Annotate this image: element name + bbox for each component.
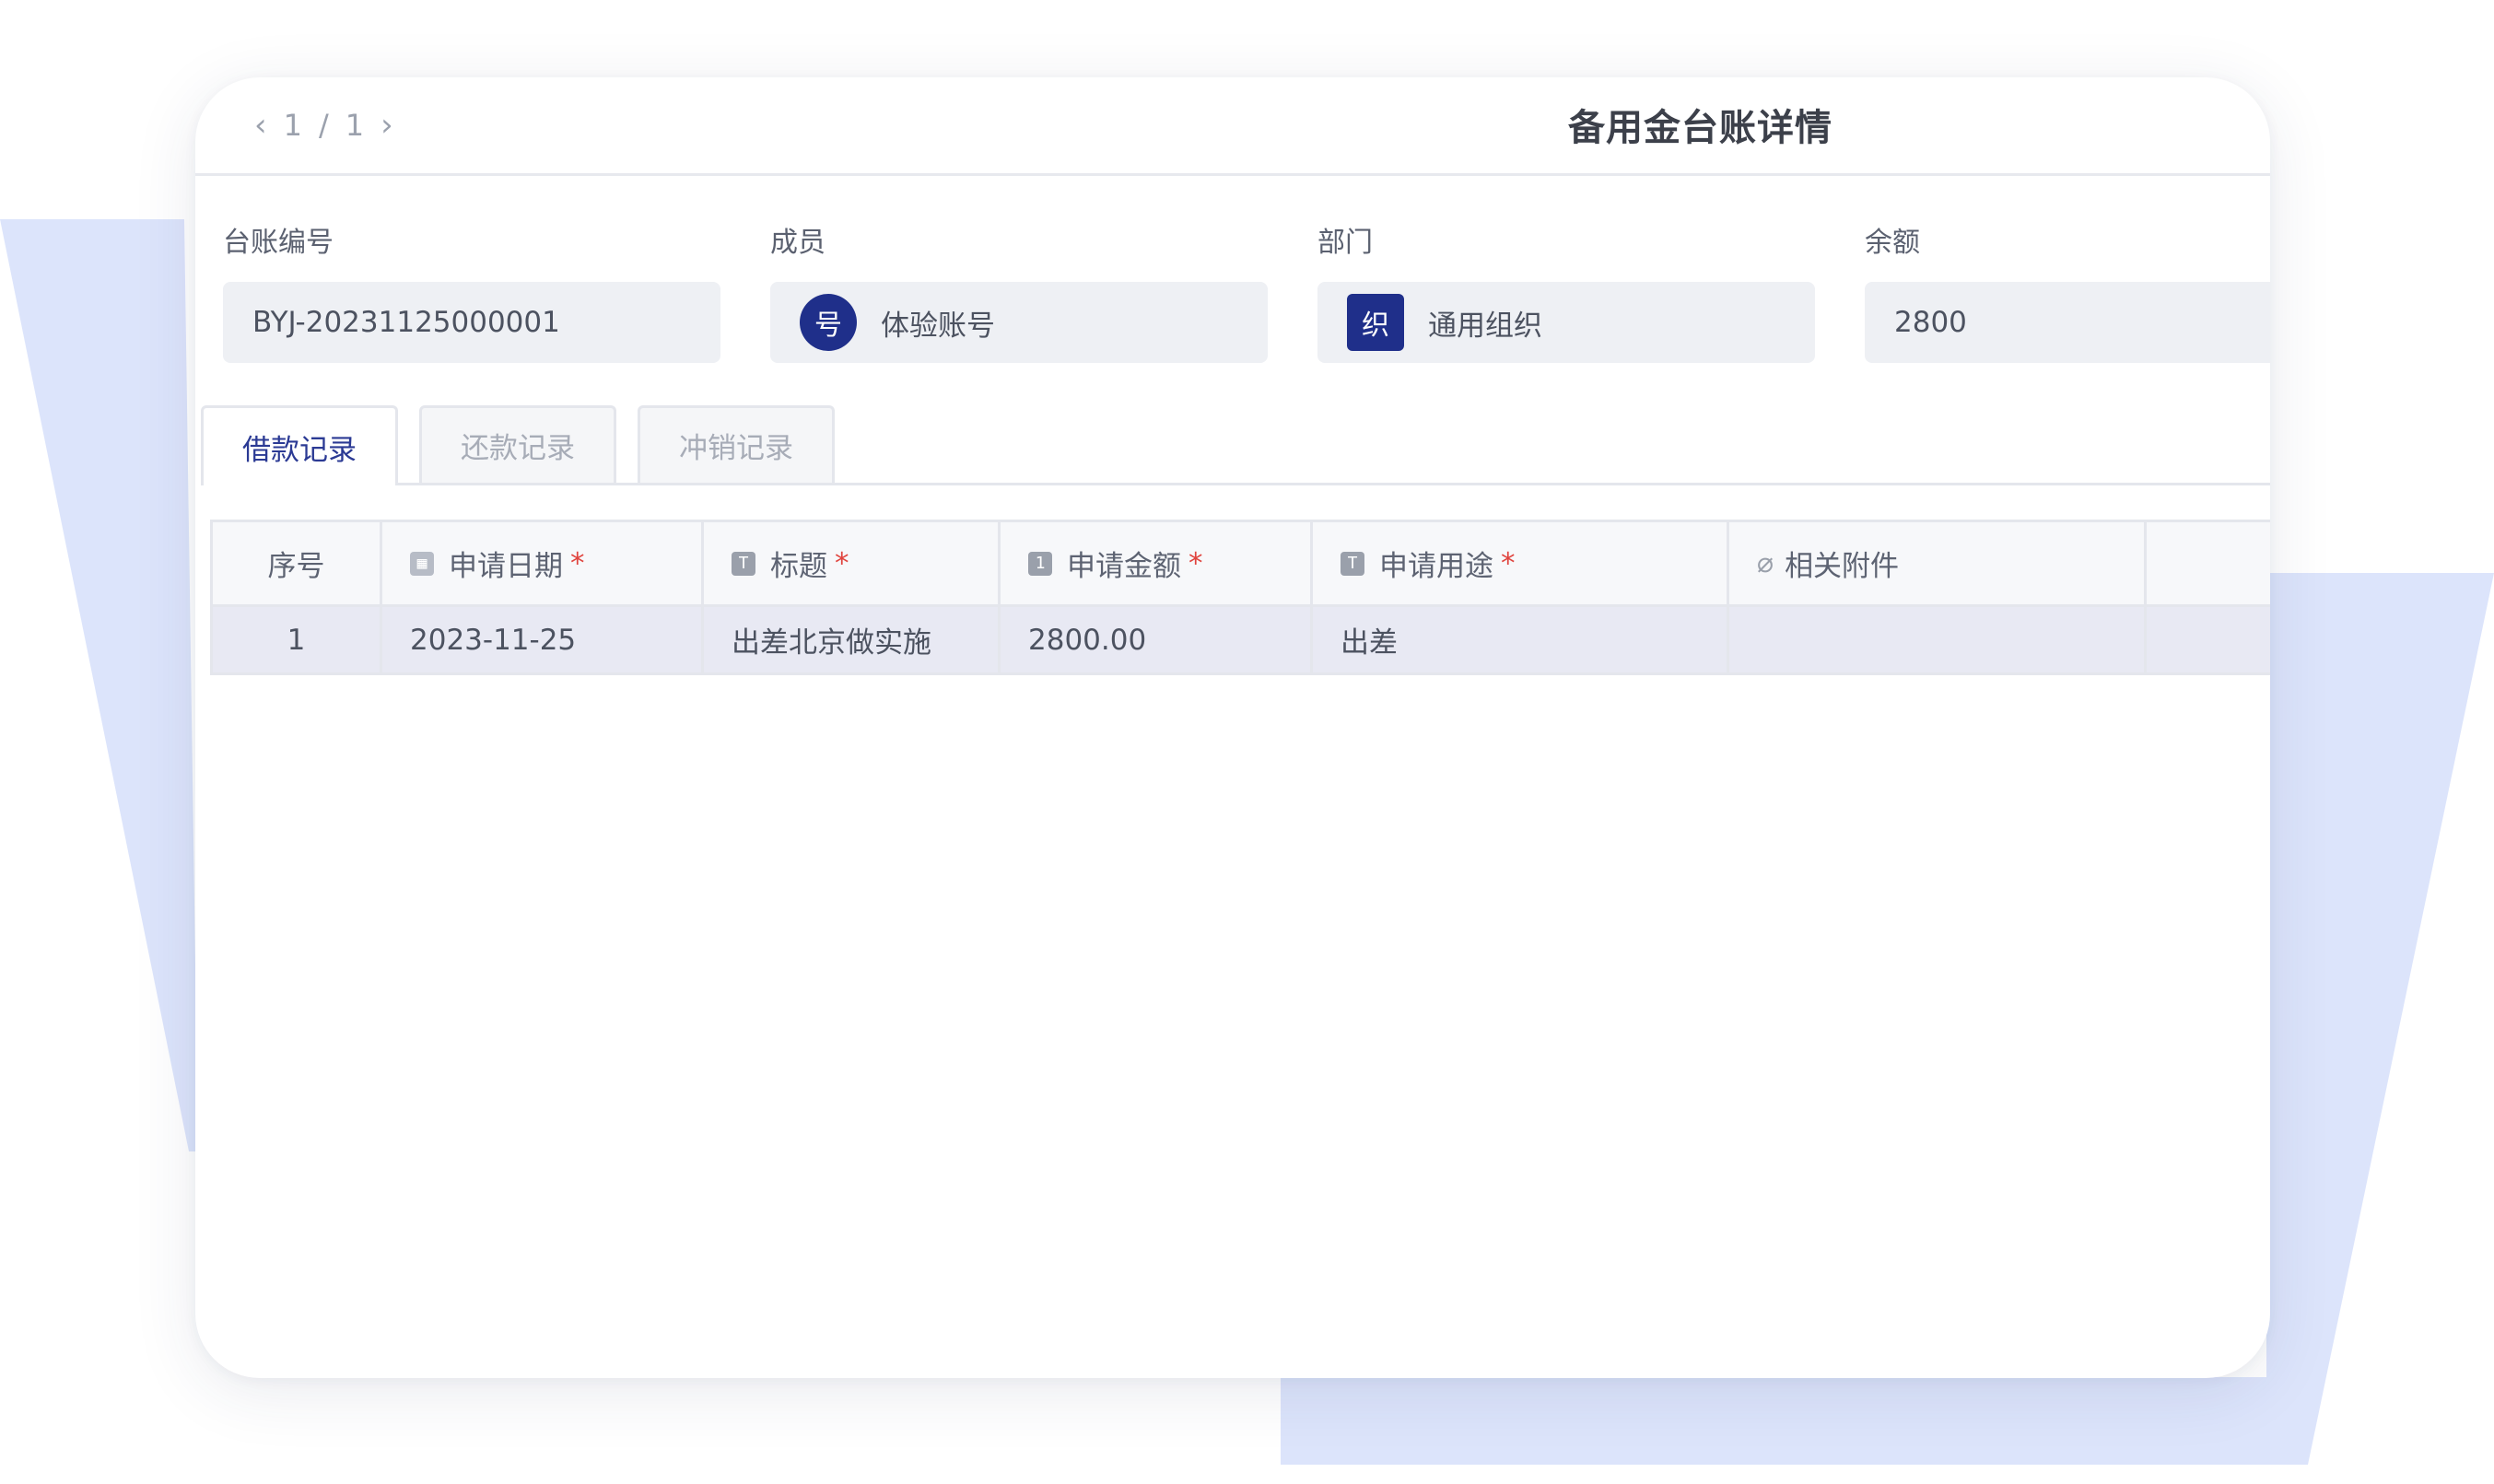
record-pager: ‹ 1 / 1 › bbox=[254, 103, 393, 147]
field-value: 体验账号 bbox=[881, 309, 995, 343]
column-header-amount: 1 申请金额 * bbox=[1001, 522, 1313, 607]
required-marker: * bbox=[1501, 546, 1516, 580]
summary-fields: 台账编号 BYJ-20231125000001 成员 号 体验账号 部门 织 通… bbox=[223, 225, 2270, 363]
previous-record-icon[interactable]: ‹ bbox=[254, 107, 267, 144]
field-label: 成员 bbox=[770, 227, 825, 259]
required-marker: * bbox=[570, 546, 585, 580]
cell-title: 出差北京做实施 bbox=[704, 607, 1001, 675]
required-marker: * bbox=[835, 546, 849, 580]
column-header-label: 相关附件 bbox=[1785, 550, 1900, 583]
member-avatar-icon: 号 bbox=[800, 294, 857, 351]
department-value: 织 通用组织 bbox=[1317, 282, 1815, 363]
column-header-label: 申请用途 bbox=[1379, 550, 1493, 583]
field-ledger-number: 台账编号 BYJ-20231125000001 bbox=[223, 225, 720, 363]
column-header-title: T 标题 * bbox=[704, 522, 1001, 607]
ledger-number-value: BYJ-20231125000001 bbox=[223, 282, 720, 363]
field-label: 台账编号 bbox=[223, 227, 334, 259]
tab-repayment-records[interactable]: 还款记录 bbox=[419, 405, 616, 483]
required-marker: * bbox=[1188, 546, 1203, 580]
screen: ‹ 1 / 1 › 备用金台账详情 台账编号 BYJ-2023112500000… bbox=[0, 0, 2494, 1484]
balance-value: 2800 bbox=[1865, 282, 2270, 363]
column-header-index: 序号 bbox=[213, 522, 382, 607]
pager-total: 1 bbox=[345, 108, 365, 143]
text-field-icon: T bbox=[1341, 551, 1364, 576]
field-label: 部门 bbox=[1317, 227, 1373, 259]
member-value: 号 体验账号 bbox=[770, 282, 1268, 363]
cell-purpose: 出差 bbox=[1313, 607, 1729, 675]
record-tabs: 借款记录 还款记录 冲销记录 bbox=[201, 405, 2270, 485]
cell-extra bbox=[2147, 607, 2270, 675]
cell-index: 1 bbox=[213, 607, 382, 675]
text-field-icon: T bbox=[732, 551, 755, 576]
table-row[interactable]: 1 2023-11-25 出差北京做实施 2800.00 出差 bbox=[213, 607, 2270, 675]
next-record-icon[interactable]: › bbox=[381, 107, 393, 144]
column-header-label: 申请日期 bbox=[449, 550, 563, 583]
pager-separator: / bbox=[318, 108, 329, 143]
column-header-extra bbox=[2147, 522, 2270, 607]
cell-attachments[interactable] bbox=[1729, 607, 2147, 675]
column-header-purpose: T 申请用途 * bbox=[1313, 522, 1729, 607]
column-header-label: 序号 bbox=[267, 550, 325, 583]
table-header-row: 序号 ▦ 申请日期 * T 标题 * 1 申请金额 * T 申请用途 * ⌀ 相… bbox=[213, 522, 2270, 607]
field-value: BYJ-20231125000001 bbox=[252, 306, 560, 339]
column-header-label: 申请金额 bbox=[1067, 550, 1181, 583]
tab-writeoff-records[interactable]: 冲销记录 bbox=[638, 405, 835, 483]
tab-borrow-records[interactable]: 借款记录 bbox=[201, 405, 398, 485]
borrow-records-table: 序号 ▦ 申请日期 * T 标题 * 1 申请金额 * T 申请用途 * ⌀ 相… bbox=[210, 520, 2270, 675]
pager-current: 1 bbox=[283, 108, 302, 143]
field-value: 2800 bbox=[1894, 306, 1967, 339]
page-title: 备用金台账详情 bbox=[1568, 107, 1832, 149]
paperclip-icon: ⌀ bbox=[1757, 547, 1774, 579]
panel-header: ‹ 1 / 1 › 备用金台账详情 bbox=[195, 77, 2270, 176]
field-department: 部门 织 通用组织 bbox=[1317, 225, 1815, 363]
calendar-icon: ▦ bbox=[410, 551, 434, 576]
column-header-label: 标题 bbox=[770, 550, 827, 583]
column-header-attachments: ⌀ 相关附件 bbox=[1729, 522, 2147, 607]
number-field-icon: 1 bbox=[1028, 551, 1052, 576]
field-member: 成员 号 体验账号 bbox=[770, 225, 1268, 363]
column-header-date: ▦ 申请日期 * bbox=[382, 522, 704, 607]
field-balance: 余额 2800 bbox=[1865, 225, 2270, 363]
cell-date: 2023-11-25 bbox=[382, 607, 704, 675]
field-value: 通用组织 bbox=[1428, 309, 1542, 343]
department-avatar-icon: 织 bbox=[1347, 294, 1404, 351]
field-label: 余额 bbox=[1865, 227, 1920, 259]
detail-panel: ‹ 1 / 1 › 备用金台账详情 台账编号 BYJ-2023112500000… bbox=[195, 77, 2270, 1378]
cell-amount: 2800.00 bbox=[1001, 607, 1313, 675]
